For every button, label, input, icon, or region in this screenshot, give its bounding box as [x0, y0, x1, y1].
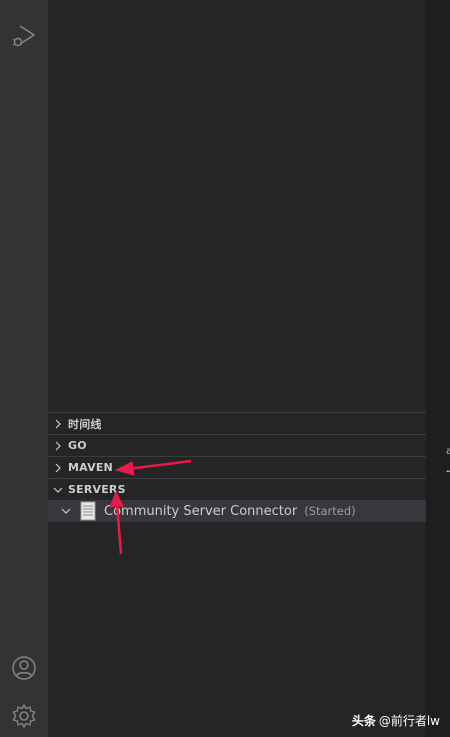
watermark-handle: @前行者lw: [378, 714, 440, 728]
run-and-debug-icon[interactable]: [10, 22, 38, 50]
editor-clipped-dash: -: [446, 466, 450, 477]
watermark-brand: 头条: [351, 714, 376, 728]
section-servers[interactable]: SERVERS: [48, 478, 426, 500]
account-icon[interactable]: [10, 654, 38, 682]
server-icon: [80, 501, 96, 521]
section-label: GO: [68, 439, 87, 452]
section-label: SERVERS: [68, 483, 126, 496]
server-row-community[interactable]: Community Server Connector (Started): [48, 500, 426, 522]
server-name: Community Server Connector: [104, 503, 298, 519]
section-go[interactable]: GO: [48, 434, 426, 456]
watermark: 头条 @前行者lw: [352, 712, 440, 729]
chevron-right-icon: [48, 413, 68, 435]
section-label: MAVEN: [68, 461, 113, 474]
settings-gear-icon[interactable]: [10, 702, 38, 730]
section-maven[interactable]: MAVEN: [48, 456, 426, 478]
activity-bar: [0, 0, 48, 737]
server-status: (Started): [304, 504, 356, 518]
chevron-down-icon: [48, 479, 68, 501]
editor-clipped-text: a: [446, 446, 450, 457]
section-timeline[interactable]: 时间线: [48, 412, 426, 434]
chevron-down-icon[interactable]: [58, 500, 74, 522]
section-label: 时间线: [68, 417, 102, 431]
sidebar: 时间线 GO MAVEN SERVERS Community Server Co…: [48, 0, 426, 737]
chevron-right-icon: [48, 435, 68, 457]
chevron-right-icon: [48, 457, 68, 479]
editor-area: [426, 0, 450, 737]
